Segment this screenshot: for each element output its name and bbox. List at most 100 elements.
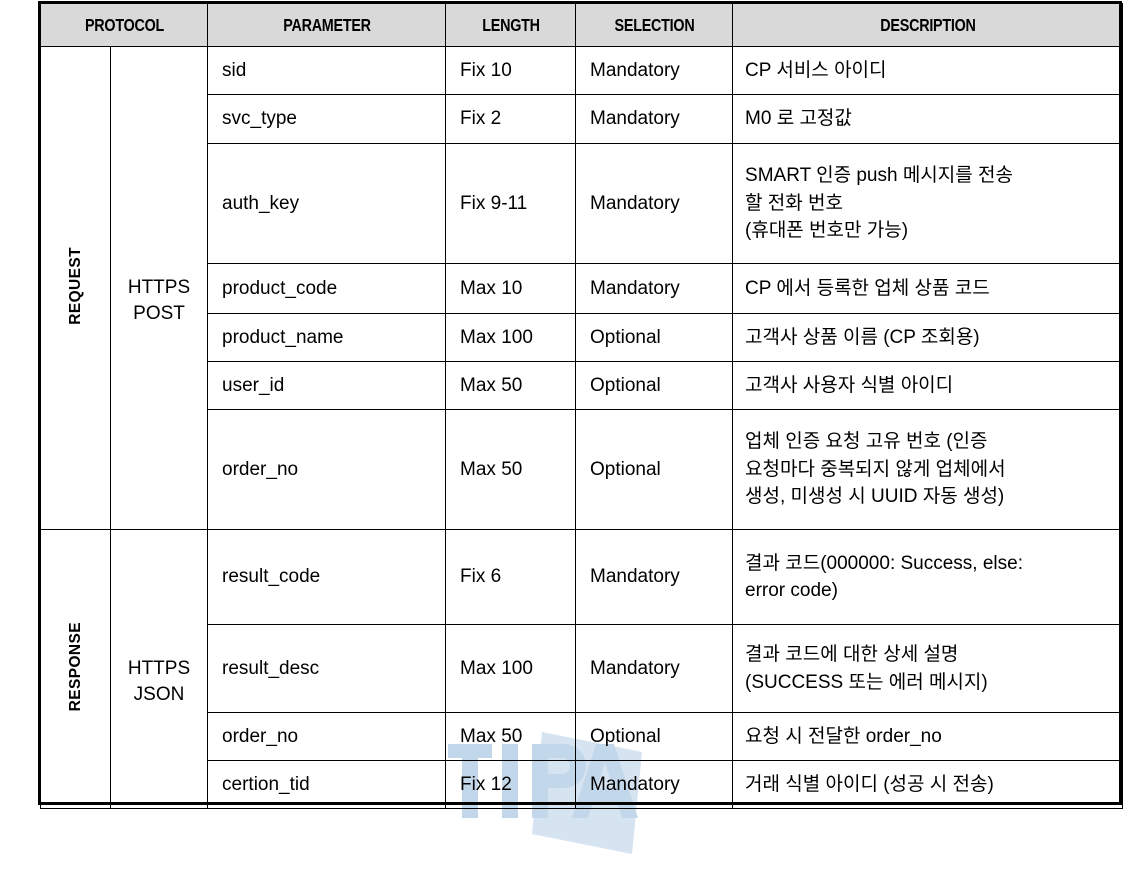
description-certion-tid: 거래 식별 아이디 (성공 시 전송) [732, 760, 1124, 809]
parameter-sid: sid [207, 46, 447, 95]
description-result-code: 결과 코드(000000: Success, else: error code) [732, 529, 1124, 625]
parameter-user-id: user_id [207, 361, 447, 410]
description-product-name: 고객사 상품 이름 (CP 조회용) [732, 313, 1124, 362]
column-header-selection: SELECTION [589, 3, 719, 47]
column-header-protocol: PROTOCOL [55, 3, 193, 47]
parameter-product-code: product_code [207, 263, 447, 314]
description-product-code: CP 에서 등록한 업체 상품 코드 [732, 263, 1124, 314]
description-result-desc: 결과 코드에 대한 상세 설명 (SUCCESS 또는 에러 메시지) [732, 624, 1124, 713]
selection-auth-key: Mandatory [575, 143, 734, 264]
protocol-method-response: HTTPS JSON [109, 529, 209, 809]
length-product-name: Max 100 [445, 313, 577, 362]
parameter-text: auth_key [222, 192, 300, 214]
selection-text: Optional [590, 458, 661, 480]
parameter-text: order_no [222, 725, 299, 747]
selection-text: Mandatory [590, 773, 680, 795]
column-header-parameter-label: PARAMETER [282, 14, 371, 35]
protocol-label-request: REQUEST [40, 46, 111, 530]
selection-user-id: Optional [575, 361, 734, 410]
length-text: Fix 2 [460, 108, 502, 129]
length-result-desc: Max 100 [445, 624, 577, 713]
length-text: Max 50 [460, 725, 523, 747]
length-text: Max 100 [460, 657, 533, 679]
protocol-method-response-text: HTTPS JSON [127, 658, 191, 705]
parameter-text: product_code [222, 277, 338, 299]
parameter-result-code: result_code [207, 529, 447, 625]
parameter-text: product_name [222, 326, 344, 348]
description-user-id: 고객사 사용자 식별 아이디 [732, 361, 1124, 410]
selection-svc-type: Mandatory [575, 94, 734, 144]
length-order-no-response: Max 50 [445, 712, 577, 761]
header-row: PROTOCOL PARAMETER LENGTH SELECTION DESC… [40, 3, 1123, 47]
parameter-text: sid [222, 59, 247, 81]
length-user-id: Max 50 [445, 361, 577, 410]
table-page: PROTOCOL PARAMETER LENGTH SELECTION DESC… [0, 0, 1146, 894]
selection-product-code: Mandatory [575, 263, 734, 314]
length-text: Max 50 [460, 458, 523, 480]
table-row: RESPONSE HTTPS JSON result_code Fix 6 Ma… [40, 529, 1124, 809]
length-text: Max 100 [460, 326, 533, 348]
selection-text: Mandatory [590, 59, 680, 81]
description-order-no-request: 업체 인증 요청 고유 번호 (인증 요청마다 중복되지 않게 업체에서 생성,… [732, 409, 1124, 530]
description-auth-key: SMART 인증 push 메시지를 전송 할 전화 번호 (휴대폰 번호만 가… [732, 143, 1124, 264]
protocol-method-request-text: HTTPS POST [127, 277, 191, 324]
length-result-code: Fix 6 [445, 529, 577, 625]
parameter-auth-key: auth_key [207, 143, 447, 264]
length-text: Max 10 [460, 277, 523, 299]
parameter-result-desc: result_desc [207, 624, 447, 713]
table-row: REQUEST HTTPS POST sid Fix 10 Mandatory … [40, 46, 1124, 530]
parameter-text: user_id [222, 374, 285, 396]
column-header-length: LENGTH [456, 3, 565, 47]
parameter-text: result_code [222, 566, 321, 587]
protocol-label-response-text: RESPONSE [66, 621, 84, 712]
selection-order-no-response: Optional [575, 712, 734, 761]
length-product-code: Max 10 [445, 263, 577, 314]
selection-text: Mandatory [590, 192, 680, 214]
selection-order-no-request: Optional [575, 409, 734, 530]
selection-result-code: Mandatory [575, 529, 734, 625]
column-header-description: DESCRIPTION [767, 3, 1088, 47]
length-certion-tid: Fix 12 [445, 760, 577, 809]
selection-text: Optional [590, 374, 661, 396]
selection-text: Optional [590, 725, 661, 747]
length-text: Fix 6 [460, 566, 502, 587]
column-header-length-label: LENGTH [481, 14, 540, 35]
selection-result-desc: Mandatory [575, 624, 734, 713]
parameter-text: certion_tid [222, 773, 310, 795]
description-order-no-response: 요청 시 전달한 order_no [732, 712, 1124, 761]
selection-text: Optional [590, 326, 661, 348]
table-header: PROTOCOL PARAMETER LENGTH SELECTION DESC… [40, 3, 1123, 47]
length-order-no-request: Max 50 [445, 409, 577, 530]
parameter-certion-tid: certion_tid [207, 760, 447, 809]
selection-text: Mandatory [590, 566, 680, 587]
length-text: Max 50 [460, 374, 523, 396]
selection-product-name: Optional [575, 313, 734, 362]
column-header-selection-label: SELECTION [614, 14, 694, 35]
column-header-parameter: PARAMETER [228, 3, 425, 47]
selection-text: Mandatory [590, 277, 680, 299]
length-sid: Fix 10 [445, 46, 577, 95]
length-svc-type: Fix 2 [445, 94, 577, 144]
description-sid: CP 서비스 아이디 [732, 46, 1124, 95]
column-header-description-label: DESCRIPTION [879, 14, 976, 35]
protocol-spec-table: PROTOCOL PARAMETER LENGTH SELECTION DESC… [40, 3, 1124, 809]
protocol-method-request: HTTPS POST [109, 46, 209, 530]
parameter-text: svc_type [222, 108, 297, 129]
parameter-product-name: product_name [207, 313, 447, 362]
table-body: REQUEST HTTPS POST sid Fix 10 Mandatory … [40, 46, 1124, 809]
length-auth-key: Fix 9-11 [445, 143, 577, 264]
parameter-order-no-response: order_no [207, 712, 447, 761]
parameter-order-no-request: order_no [207, 409, 447, 530]
parameter-text: result_desc [222, 657, 320, 679]
selection-sid: Mandatory [575, 46, 734, 95]
parameter-text: order_no [222, 458, 299, 480]
selection-text: Mandatory [590, 108, 680, 129]
description-svc-type: M0 로 고정값 [732, 94, 1124, 144]
protocol-label-response: RESPONSE [40, 529, 111, 809]
protocol-label-request-text: REQUEST [66, 246, 84, 325]
length-text: Fix 9-11 [460, 192, 528, 214]
length-text: Fix 10 [460, 59, 512, 81]
selection-text: Mandatory [590, 657, 680, 679]
parameter-svc-type: svc_type [207, 94, 447, 144]
column-header-protocol-label: PROTOCOL [84, 14, 164, 35]
